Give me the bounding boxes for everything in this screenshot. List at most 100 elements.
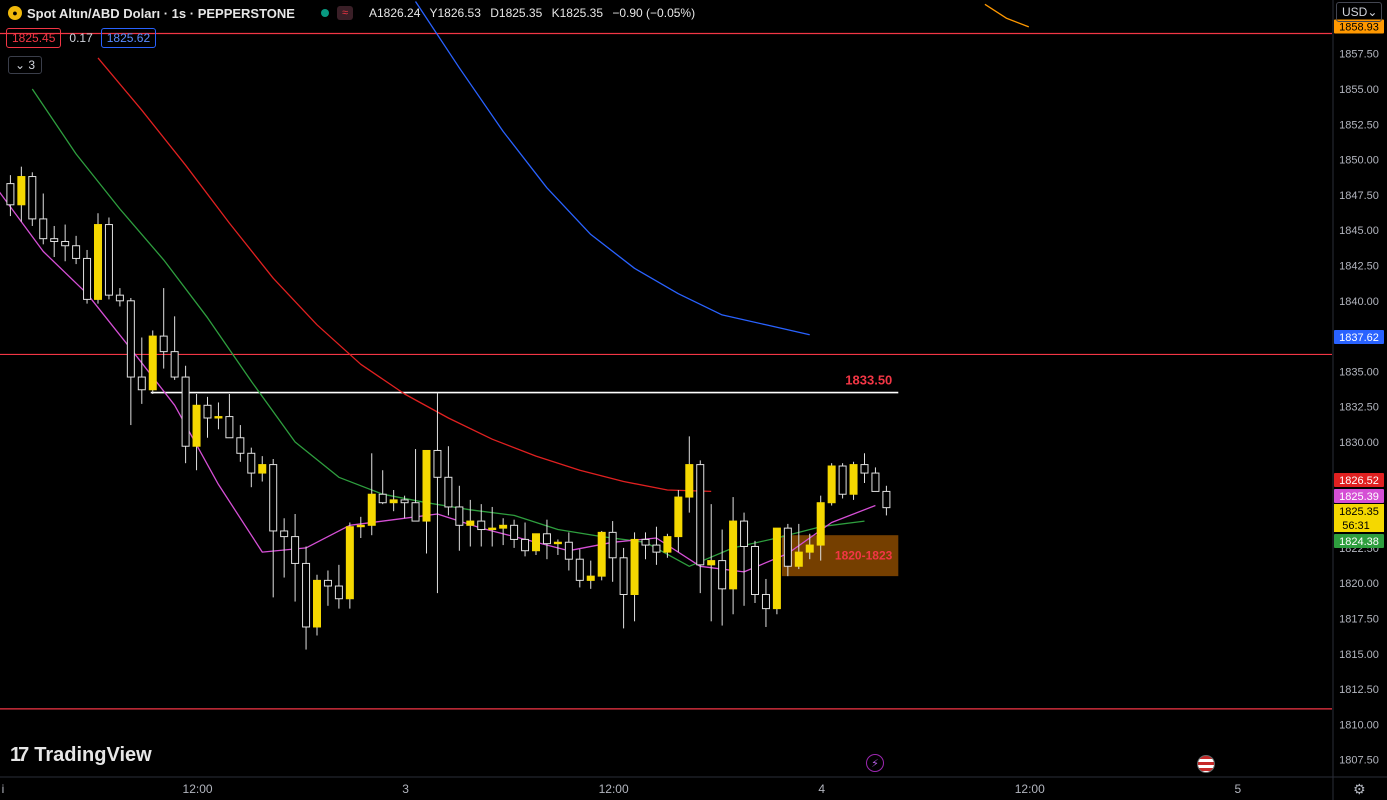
candle-body bbox=[685, 464, 694, 498]
candle bbox=[772, 527, 781, 615]
candle bbox=[192, 393, 201, 471]
buy-button[interactable]: 1825.62 bbox=[100, 28, 157, 48]
candle bbox=[608, 521, 617, 582]
x-tick-label: i bbox=[2, 782, 5, 796]
candle bbox=[871, 467, 880, 492]
price-chart[interactable]: 1820-1823 1833.50 1857.50 1855.00 1852.50 18… bbox=[0, 0, 1387, 800]
candle-body bbox=[400, 499, 409, 504]
candle-body bbox=[674, 496, 683, 538]
candle bbox=[345, 522, 354, 609]
candle-body bbox=[663, 536, 672, 553]
candle bbox=[302, 546, 311, 650]
candle bbox=[718, 529, 727, 626]
candle-body bbox=[61, 240, 70, 247]
candle-body bbox=[444, 476, 453, 508]
candle bbox=[137, 337, 146, 404]
candle bbox=[17, 166, 26, 222]
candle-body bbox=[181, 376, 190, 447]
ohlc-low: D1825.35 bbox=[490, 6, 543, 20]
candle bbox=[444, 446, 453, 516]
logo-text: TradingView bbox=[34, 744, 152, 766]
y-tick-label: 1842.50 bbox=[1339, 261, 1379, 273]
y-tick-label: 1807.50 bbox=[1339, 755, 1379, 767]
candle bbox=[740, 512, 749, 606]
candle-body bbox=[751, 545, 759, 595]
candle bbox=[597, 530, 606, 581]
candle-body bbox=[126, 300, 135, 378]
candle-body bbox=[378, 493, 387, 504]
candle bbox=[83, 249, 92, 304]
last-price-tag: 1825.35 bbox=[1339, 506, 1379, 518]
candle bbox=[663, 533, 672, 558]
candle-body bbox=[564, 541, 573, 560]
candle-body bbox=[28, 176, 37, 220]
wave-icon[interactable]: ≈ bbox=[336, 6, 353, 20]
candle-body bbox=[356, 524, 365, 528]
candle-body bbox=[608, 531, 617, 559]
currency-label: USD bbox=[1342, 5, 1368, 19]
candle bbox=[214, 402, 223, 430]
candle-body bbox=[291, 536, 300, 564]
candle-body bbox=[334, 585, 343, 600]
market-status-icon bbox=[320, 9, 329, 17]
moving-average-line-4 bbox=[984, 3, 1030, 28]
candle bbox=[575, 549, 584, 588]
candle-body bbox=[805, 544, 814, 553]
hline-price-tag-0: 1858.93 bbox=[1339, 22, 1379, 34]
candle-body bbox=[313, 579, 321, 628]
candle bbox=[28, 172, 37, 226]
candle bbox=[838, 463, 847, 499]
candle-body bbox=[794, 551, 803, 567]
candle-body bbox=[707, 560, 716, 566]
candle bbox=[761, 578, 770, 627]
candle-body bbox=[641, 538, 650, 546]
candle bbox=[564, 532, 573, 571]
indicators-toggle-button[interactable]: ⌄ 3 bbox=[8, 56, 43, 74]
candle-body bbox=[159, 335, 168, 353]
y-tick-label: 1835.00 bbox=[1339, 366, 1379, 378]
chevron-down-icon: ⌄ bbox=[1367, 5, 1378, 19]
us-flag-icon[interactable] bbox=[1197, 755, 1215, 773]
candle-body bbox=[94, 224, 102, 300]
candle-body bbox=[477, 520, 486, 531]
ohlc-close: K1825.35 bbox=[551, 6, 604, 20]
candle bbox=[126, 297, 135, 426]
candle bbox=[323, 570, 332, 606]
candle bbox=[389, 490, 398, 512]
sell-button[interactable]: 1825.45 bbox=[6, 28, 62, 48]
trade-panel: 1825.45 0.17 1825.62 bbox=[6, 28, 157, 48]
candle-body bbox=[17, 176, 26, 206]
moving-average-line-0 bbox=[414, 1, 810, 336]
candle-body bbox=[816, 502, 825, 546]
flash-icon[interactable]: ⚡ bbox=[866, 754, 884, 772]
candle-body bbox=[302, 562, 311, 628]
candle bbox=[367, 453, 376, 536]
ohlc-change: −0.90 (−0.05%) bbox=[612, 6, 696, 20]
countdown-tag: 56:31 bbox=[1342, 520, 1370, 532]
candle-body bbox=[455, 506, 464, 526]
ohlc-high: Y1826.53 bbox=[429, 6, 481, 20]
currency-selector[interactable]: USD ⌄ bbox=[1336, 2, 1382, 22]
candle bbox=[729, 497, 738, 615]
chevron-down-icon: ⌄ bbox=[15, 58, 26, 72]
candle-body bbox=[772, 527, 781, 610]
gear-icon[interactable]: ⚙ bbox=[1353, 781, 1366, 798]
candle bbox=[674, 490, 683, 553]
tradingview-logo[interactable]: 17 TradingView bbox=[10, 744, 152, 767]
candle-body bbox=[192, 404, 201, 447]
candle-body bbox=[718, 560, 727, 590]
candle-body bbox=[542, 533, 551, 545]
symbol-title[interactable]: Spot Altın/ABD Doları · 1s · PEPPERSTONE bbox=[27, 6, 295, 21]
candle-body bbox=[553, 541, 562, 545]
candle bbox=[39, 193, 48, 245]
candle bbox=[291, 514, 300, 602]
candle-body bbox=[532, 533, 540, 552]
price-tag-1: 1826.52 bbox=[1339, 475, 1379, 487]
candle bbox=[203, 396, 212, 438]
candle-body bbox=[258, 464, 267, 474]
candle bbox=[882, 485, 891, 516]
candle-body bbox=[838, 465, 847, 495]
candle bbox=[696, 460, 705, 594]
candle-body bbox=[575, 558, 584, 581]
candle-body bbox=[871, 472, 880, 492]
